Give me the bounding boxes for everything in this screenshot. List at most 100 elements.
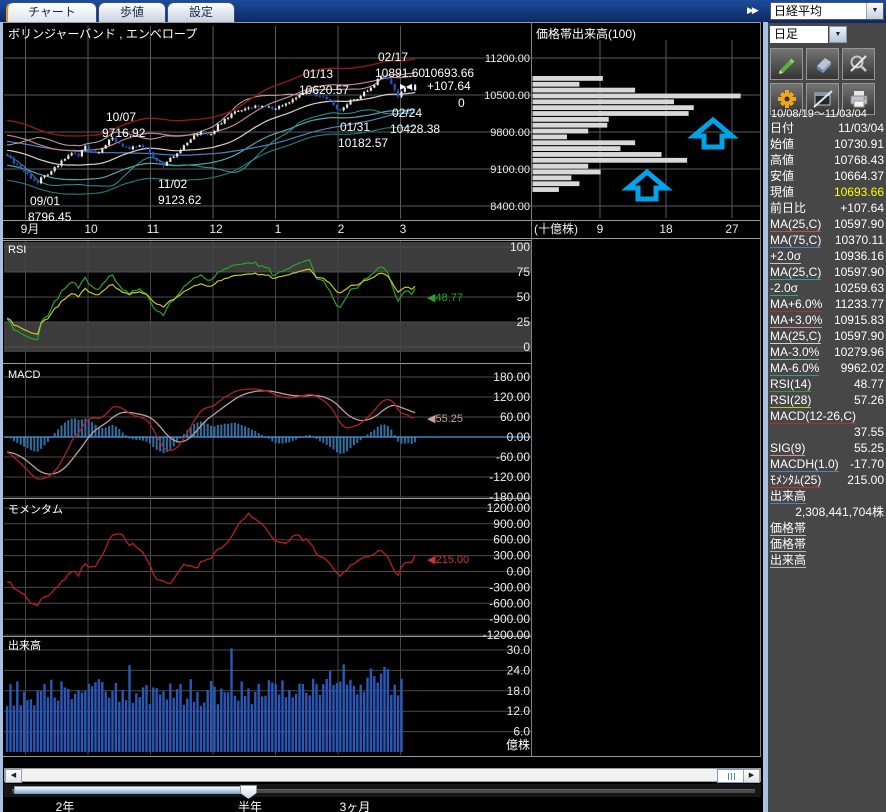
sidebar-row: 安値10664.37	[770, 169, 884, 185]
sidebar-row-label[interactable]: RSI(28)	[770, 393, 811, 409]
sidebar-row: 出来高	[770, 489, 884, 505]
chevron-down-icon[interactable]: ▼	[829, 26, 847, 43]
sidebar-row-label[interactable]: +2.0σ	[770, 249, 801, 265]
sidebar-row: MA(25,C)10597.90	[770, 329, 884, 345]
sidebar-row-label[interactable]: SIG(9)	[770, 441, 805, 457]
svg-text:9716.92: 9716.92	[102, 126, 146, 140]
svg-text:30.0: 30.0	[507, 643, 531, 657]
sidebar-row-label[interactable]: MA+3.0%	[770, 313, 822, 329]
tab-price-steps[interactable]: 歩値	[98, 2, 166, 22]
sidebar-row: 日付 11/03/04	[770, 121, 884, 137]
sidebar-row: 2,308,441,704株	[770, 505, 884, 521]
range-label[interactable]: 3ヶ月	[340, 798, 371, 812]
range-label[interactable]: 半年	[238, 798, 262, 812]
svg-text:1200.00: 1200.00	[487, 501, 531, 515]
svg-text:10693.66: 10693.66	[424, 66, 474, 80]
zoom-off-button[interactable]	[842, 48, 875, 80]
symbol-select-value: 日経平均	[771, 3, 866, 19]
sidebar-row-label: 前日比	[770, 201, 806, 217]
svg-text:-600.00: -600.00	[489, 596, 530, 610]
range-label[interactable]: 2年	[56, 798, 75, 812]
sidebar-row: MA+3.0%10915.83	[770, 313, 884, 329]
sidebar-row-label: 高値	[770, 153, 794, 169]
sidebar-row-value: 48.77	[854, 377, 884, 393]
tab-chart[interactable]: チャート	[6, 2, 97, 22]
svg-text:10: 10	[84, 222, 98, 236]
expand-right-icon[interactable]: ▶▶	[747, 5, 757, 16]
svg-text:24.0: 24.0	[507, 663, 531, 677]
tab-settings[interactable]: 設定	[167, 2, 235, 22]
sidebar-row-value: 9962.02	[841, 361, 884, 377]
pencil-button[interactable]	[770, 48, 803, 80]
sidebar-row-value: 10936.16	[834, 249, 884, 265]
time-range-slider[interactable]	[4, 784, 761, 797]
sidebar-row-label[interactable]: MA+6.0%	[770, 297, 822, 313]
sidebar-row: MA+6.0%11233.77	[770, 297, 884, 313]
sidebar: 日経平均 ▼ 日足 ▼ 10/08/19～11/03/04 日付 11/03/04…	[768, 0, 886, 812]
sidebar-row-value: 10730.91	[834, 137, 884, 153]
sidebar-row-label[interactable]: 出来高	[770, 553, 806, 569]
sidebar-row-label[interactable]: 価格帯	[770, 521, 806, 537]
sidebar-row: MA(75,C) 10370.11	[770, 233, 884, 249]
quote-panel: 日付 11/03/04 始値 10730.91 高値 10768.43安値10664.37…	[770, 121, 884, 569]
scroll-left-button[interactable]: ◀	[5, 769, 22, 783]
sidebar-row-label[interactable]: 価格帯	[770, 537, 806, 553]
period-select[interactable]: 日足	[770, 26, 828, 43]
svg-text:-300.00: -300.00	[489, 580, 530, 594]
scroll-right-button[interactable]: ▶	[743, 769, 760, 783]
svg-text:1: 1	[275, 222, 282, 236]
svg-text:01/13: 01/13	[303, 67, 333, 81]
sidebar-row-label: 現値	[770, 185, 794, 201]
svg-text:11/02: 11/02	[158, 177, 187, 191]
sidebar-row-value: -17.70	[850, 457, 884, 473]
sidebar-row-label[interactable]: MACDH(1.0)	[770, 457, 839, 473]
svg-text:120.00: 120.00	[493, 390, 530, 404]
sidebar-row-label[interactable]: MA(25,C)	[770, 217, 821, 233]
sidebar-row-value: 10370.11	[835, 233, 884, 249]
sidebar-row-value: +107.64	[840, 201, 884, 217]
svg-text:12: 12	[209, 222, 223, 236]
sidebar-row: RSI(14) 48.77	[770, 377, 884, 393]
symbol-select[interactable]: 日経平均 ▼	[770, 2, 884, 20]
horizontal-scrollbar[interactable]: ◀ ▶	[4, 768, 761, 782]
sidebar-row-label[interactable]: RSI(14)	[770, 377, 811, 393]
svg-text:10182.57: 10182.57	[338, 136, 388, 150]
scrollbar-thumb[interactable]	[717, 769, 745, 783]
svg-text:27: 27	[725, 222, 739, 236]
sidebar-row-label[interactable]: MA(75,C)	[770, 233, 821, 249]
chevron-down-icon[interactable]: ▼	[866, 3, 883, 19]
sidebar-row-label[interactable]: MA(25,C)	[770, 265, 821, 281]
sidebar-row-value: 57.26	[854, 393, 884, 409]
svg-text:8400.00: 8400.00	[490, 201, 530, 213]
sidebar-row-label[interactable]: MA(25,C)	[770, 329, 821, 345]
sidebar-row-value: 11/03/04	[838, 121, 884, 137]
sidebar-row: 前日比 +107.64	[770, 201, 884, 217]
sidebar-row: 出来高	[770, 553, 884, 569]
svg-text:60.00: 60.00	[500, 410, 530, 424]
svg-text:10500.00: 10500.00	[484, 90, 530, 102]
sidebar-row-value: 10768.43	[834, 153, 884, 169]
svg-text:ボリンジャーバンド , エンベロープ: ボリンジャーバンド , エンベロープ	[8, 27, 197, 41]
sidebar-row-value: 10279.96	[834, 345, 884, 361]
svg-text:0.00: 0.00	[507, 565, 531, 579]
svg-text:億株: 億株	[506, 737, 530, 752]
bottom-controls: ◀ ▶ 2年 半年 3ヶ月	[3, 757, 763, 812]
sidebar-row-label[interactable]: MA-3.0%	[770, 345, 819, 361]
svg-text:9: 9	[597, 222, 604, 236]
svg-text:10428.38: 10428.38	[390, 122, 440, 136]
slider-thumb[interactable]	[240, 785, 257, 799]
svg-text:180.00: 180.00	[493, 370, 530, 384]
svg-text:-1200.00: -1200.00	[483, 628, 531, 642]
sidebar-row-label: 日付	[770, 121, 794, 137]
sidebar-row: MA-3.0% 10279.96	[770, 345, 884, 361]
eraser-button[interactable]	[806, 48, 839, 80]
sidebar-row-label: 始値	[770, 137, 794, 153]
svg-text:-900.00: -900.00	[489, 612, 530, 626]
sidebar-row-label[interactable]: ﾓﾒﾝﾀﾑ(25)	[770, 473, 821, 489]
svg-text:◀55.25: ◀55.25	[427, 413, 463, 425]
sidebar-row-label[interactable]: MA-6.0%	[770, 361, 819, 377]
sidebar-row-label[interactable]: -2.0σ	[770, 281, 798, 297]
date-range: 10/08/19～11/03/04	[771, 105, 867, 121]
sidebar-row-label[interactable]: 出来高	[770, 489, 806, 505]
sidebar-row-label[interactable]: MACD(12-26,C)	[770, 409, 856, 425]
